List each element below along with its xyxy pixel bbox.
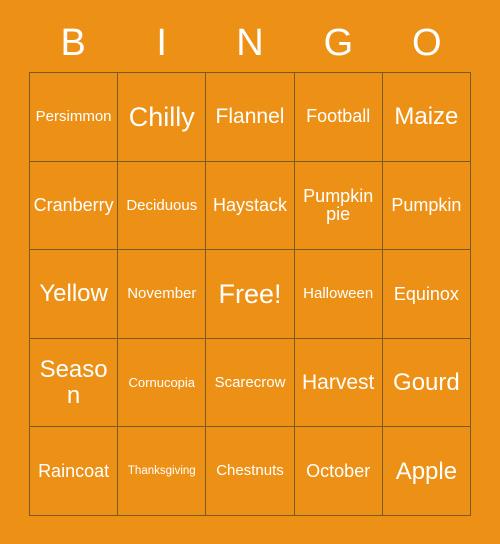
bingo-cell[interactable]: Season [30,338,119,428]
bingo-cell[interactable]: Equinox [382,250,471,339]
bingo-header-letter-b: B [60,22,86,64]
bingo-cell-label: Thanksgiving [127,465,196,478]
bingo-cell[interactable]: Yellow [30,250,119,339]
bingo-cell[interactable]: Halloween [294,250,383,339]
bingo-cell-label: Harvest [302,370,375,394]
bingo-header-letter-o: O [412,22,442,64]
bingo-header-letter-g: G [323,22,354,64]
bingo-cell-label: Pumpkin [391,194,462,215]
bingo-cell-label: Season [39,356,108,409]
bingo-cell[interactable]: November [118,250,207,339]
bingo-cell[interactable]: Harvest [294,338,383,428]
bingo-cell[interactable]: Thanksgiving [118,427,207,516]
bingo-cell[interactable]: Pumpkin [382,161,471,251]
bingo-cell-label: Chilly [128,101,195,132]
bingo-cell-label: Football [306,106,371,127]
bingo-cell[interactable]: Cornucopia [118,338,207,428]
bingo-cell-label: Halloween [303,285,374,303]
bingo-header-letter-i: I [156,22,167,64]
bingo-cell-label: Yellow [39,280,108,308]
bingo-cell[interactable]: Apple [382,427,471,516]
bingo-cell[interactable]: Pumpkin pie [294,161,383,251]
bingo-cell-label: October [306,460,371,481]
bingo-cell[interactable]: Scarecrow [206,338,295,428]
bingo-cell-free[interactable]: Free! [206,250,295,339]
bingo-header: B I N G O [29,18,471,68]
bingo-cell[interactable]: Persimmon [30,73,119,162]
bingo-cell[interactable]: Maize [382,73,471,162]
bingo-cell-label: Flannel [215,104,285,128]
bingo-cell-label: Raincoat [38,460,110,481]
bingo-cell[interactable]: Cranberry [30,161,119,251]
bingo-grid: Persimmon Chilly Flannel Football Maize … [29,72,471,516]
bingo-cell-label: November [127,285,197,303]
bingo-header-letter-n: N [236,22,264,64]
bingo-cell[interactable]: Chestnuts [206,427,295,516]
bingo-cell-label: Free! [218,278,282,309]
bingo-cell[interactable]: Haystack [206,161,295,251]
bingo-cell-label: Haystack [212,194,287,215]
bingo-cell[interactable]: Gourd [382,338,471,428]
bingo-card: B I N G O Persimmon Chilly Flannel Footb… [0,0,500,544]
bingo-cell-label: Persimmon [35,107,112,125]
bingo-cell-label: Maize [394,103,459,131]
bingo-cell-label: Chestnuts [216,462,284,480]
bingo-cell[interactable]: Flannel [206,73,295,162]
bingo-cell[interactable]: Football [294,73,383,162]
bingo-cell-label: Pumpkin pie [303,185,374,225]
bingo-cell[interactable]: October [294,427,383,516]
bingo-cell[interactable]: Raincoat [30,427,119,516]
bingo-cell-label: Cornucopia [128,374,196,390]
bingo-cell[interactable]: Deciduous [118,161,207,251]
bingo-cell-label: Cranberry [33,194,114,215]
bingo-cell-label: Apple [395,457,458,485]
bingo-cell[interactable]: Chilly [118,73,207,162]
bingo-cell-label: Gourd [393,369,460,396]
bingo-cell-label: Deciduous [126,196,198,214]
bingo-cell-label: Equinox [393,283,459,304]
bingo-cell-label: Scarecrow [214,373,286,391]
